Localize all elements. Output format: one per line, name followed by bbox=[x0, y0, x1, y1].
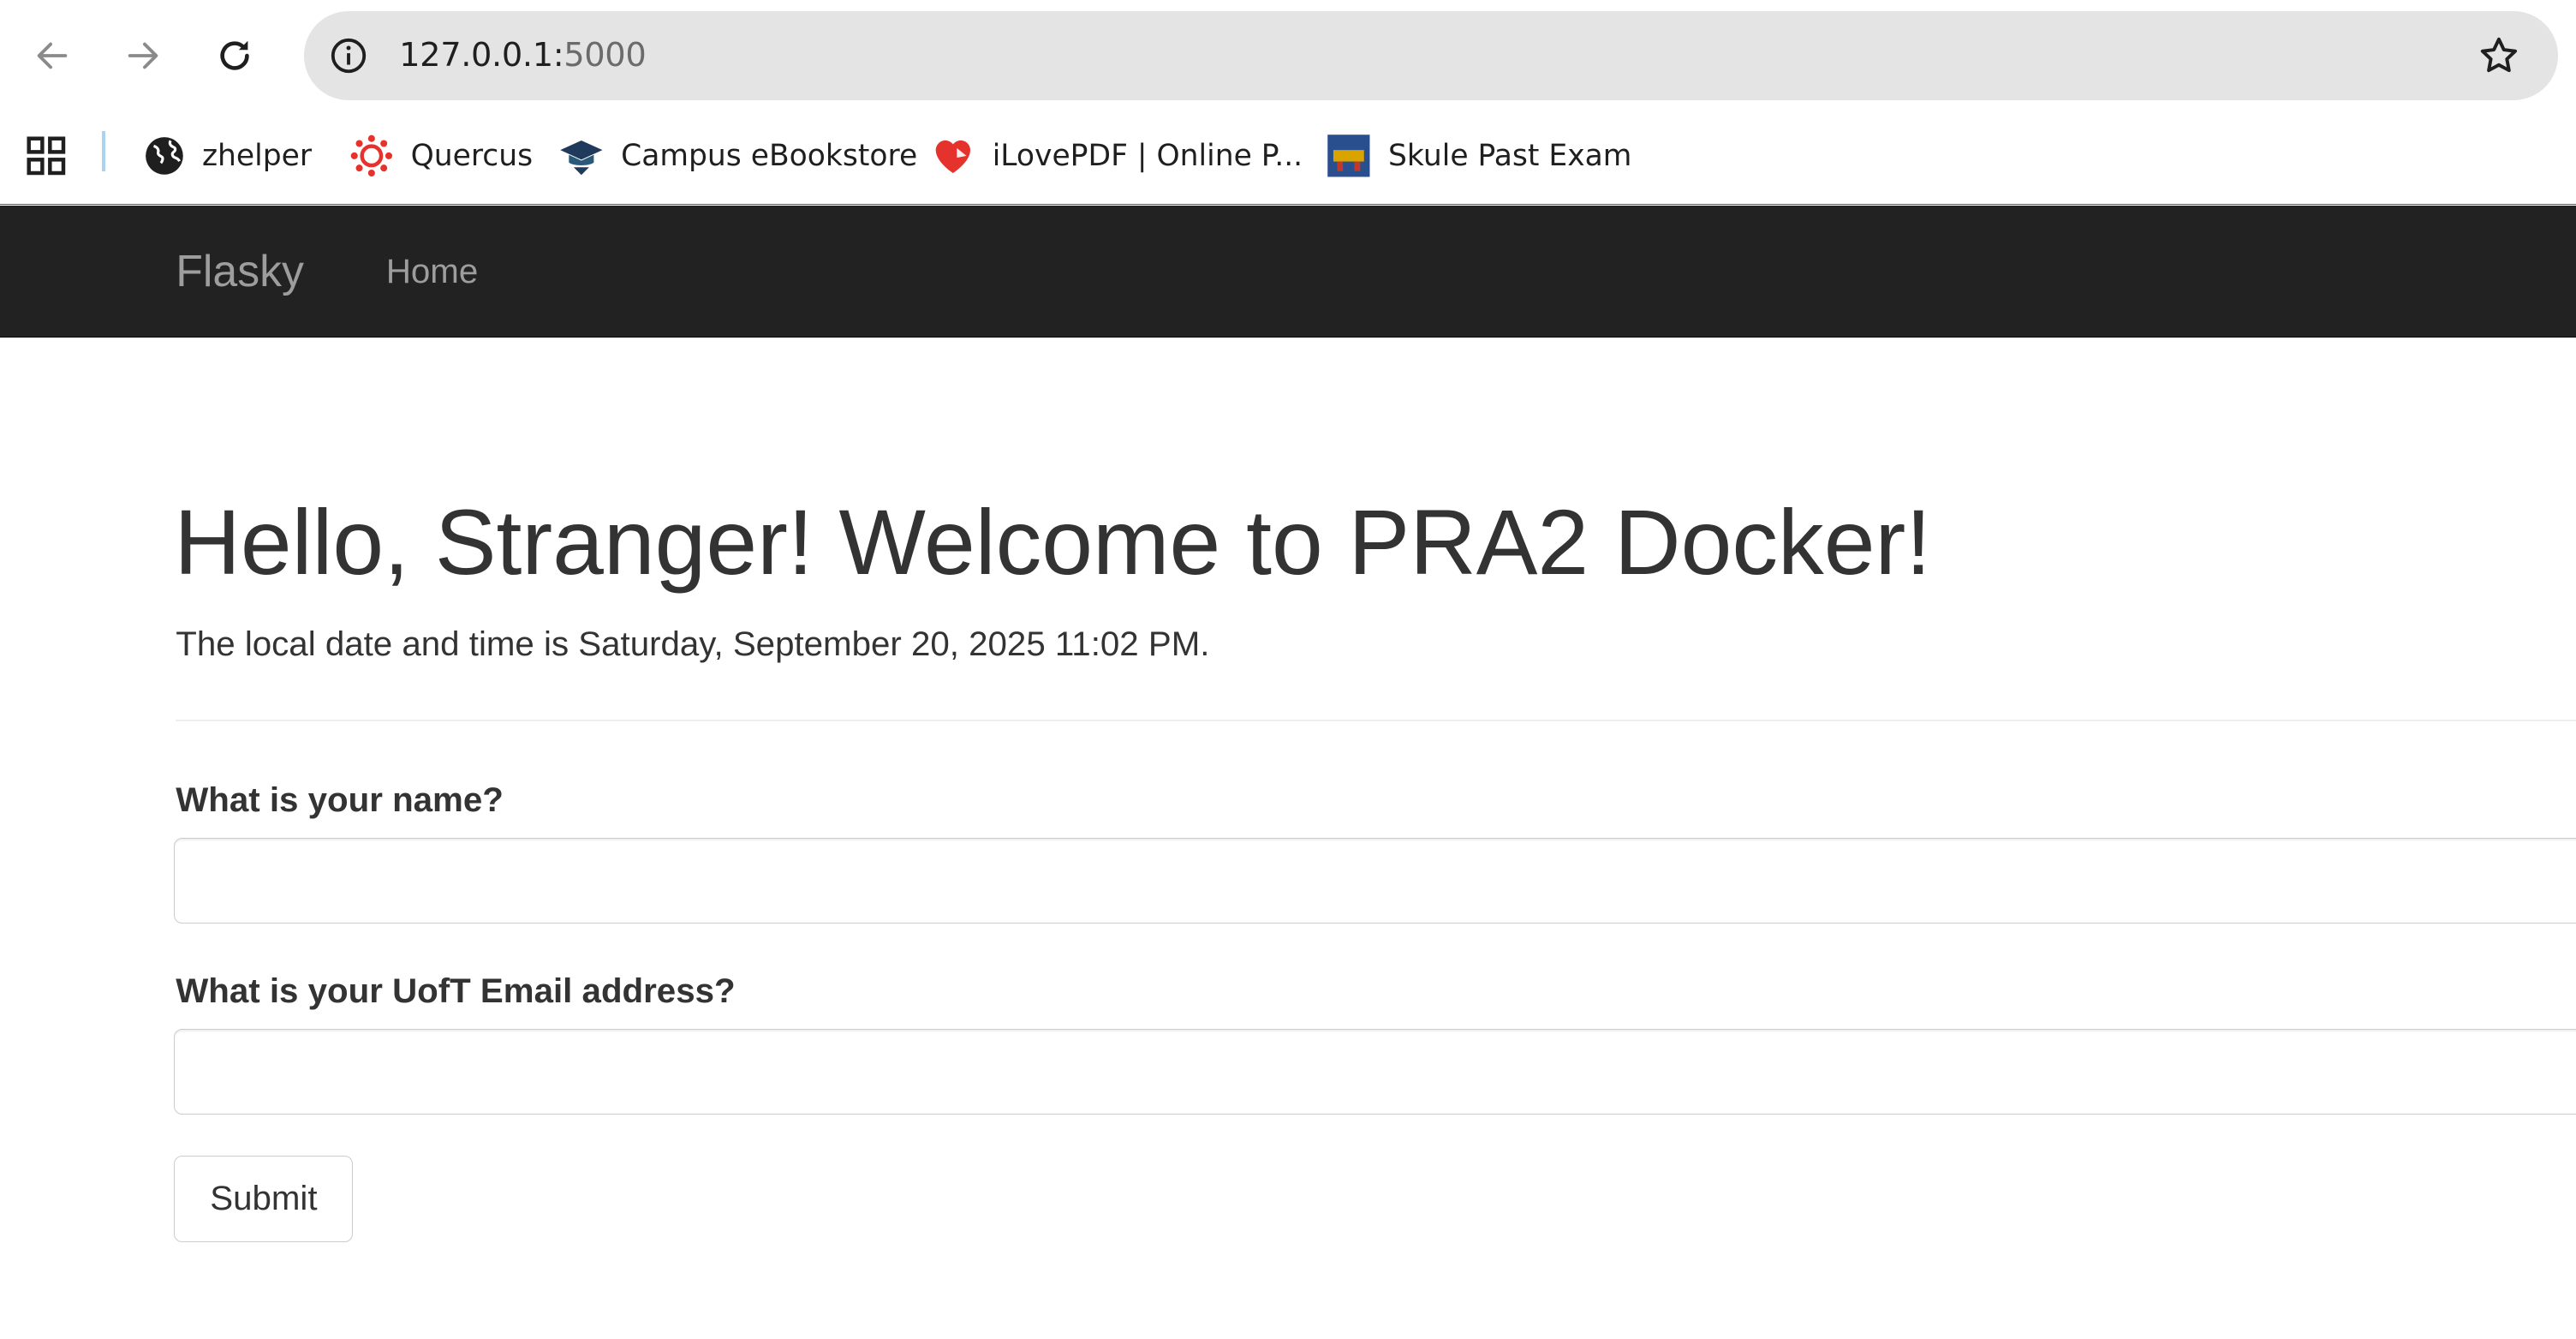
url-text[interactable]: 127.0.0.1:5000 bbox=[399, 36, 647, 75]
arrow-left-icon bbox=[38, 42, 68, 69]
local-time-text: The local date and time is Saturday, Sep… bbox=[176, 624, 1210, 663]
url-port: 5000 bbox=[564, 36, 647, 75]
submit-button[interactable]: Submit bbox=[174, 1155, 354, 1243]
bookmark-campus-ebookstore[interactable]: Campus eBookstore bbox=[558, 129, 917, 184]
apps-grid-icon bbox=[27, 136, 66, 176]
bookmark-label: Skule Past Exam bbox=[1388, 139, 1632, 174]
name-input[interactable] bbox=[174, 838, 2576, 924]
bookmark-star-icon[interactable] bbox=[2476, 33, 2522, 79]
reload-button[interactable] bbox=[206, 23, 265, 89]
email-label: What is your UofT Email address? bbox=[176, 971, 736, 1010]
main-content: Hello, Stranger! Welcome to PRA2 Docker!… bbox=[0, 338, 2576, 1338]
bookmark-label: zhelper bbox=[201, 139, 313, 174]
site-info-icon[interactable] bbox=[324, 31, 373, 81]
bookmarks-bar: zhelper Quercus Campus eBookstore iLoveP… bbox=[0, 111, 2576, 205]
address-bar[interactable]: 127.0.0.1:5000 bbox=[303, 11, 2558, 100]
bookmark-zhelper[interactable]: zhelper bbox=[143, 129, 312, 184]
email-input[interactable] bbox=[174, 1028, 2576, 1115]
page-title: Hello, Stranger! Welcome to PRA2 Docker! bbox=[174, 490, 1932, 594]
quercus-logo-icon bbox=[350, 135, 392, 177]
url-host: 127.0.0.1: bbox=[399, 36, 564, 75]
back-button[interactable] bbox=[23, 23, 82, 89]
heart-icon bbox=[935, 140, 970, 174]
globe-icon bbox=[146, 137, 183, 176]
bookmarks-divider bbox=[101, 131, 105, 171]
forward-button[interactable] bbox=[113, 23, 172, 89]
apps-button[interactable] bbox=[23, 129, 69, 184]
header-divider bbox=[176, 720, 2576, 722]
bookmark-label: Campus eBookstore bbox=[621, 139, 918, 174]
bookmark-ilovepdf[interactable]: iLovePDF | Online P... bbox=[930, 129, 1303, 184]
bookmark-quercus[interactable]: Quercus bbox=[349, 129, 533, 184]
bookmark-label: Quercus bbox=[410, 139, 534, 174]
nav-link-home[interactable]: Home bbox=[386, 252, 478, 291]
bookmark-label: iLovePDF | Online P... bbox=[992, 139, 1303, 174]
arrow-right-icon bbox=[128, 42, 158, 69]
browser-window: 127.0.0.1:5000 zhelper Quercus Campus eB… bbox=[0, 0, 2576, 1338]
bookmark-skule-past-exam[interactable]: Skule Past Exam bbox=[1326, 129, 1631, 184]
name-label: What is your name? bbox=[176, 780, 504, 820]
navbar-brand[interactable]: Flasky bbox=[176, 245, 304, 296]
skule-logo-icon bbox=[1327, 134, 1370, 177]
reload-icon bbox=[220, 40, 249, 70]
site-navbar: Flasky Home bbox=[0, 205, 2576, 338]
graduation-cap-icon bbox=[560, 140, 603, 176]
browser-toolbar: 127.0.0.1:5000 bbox=[0, 0, 2576, 112]
